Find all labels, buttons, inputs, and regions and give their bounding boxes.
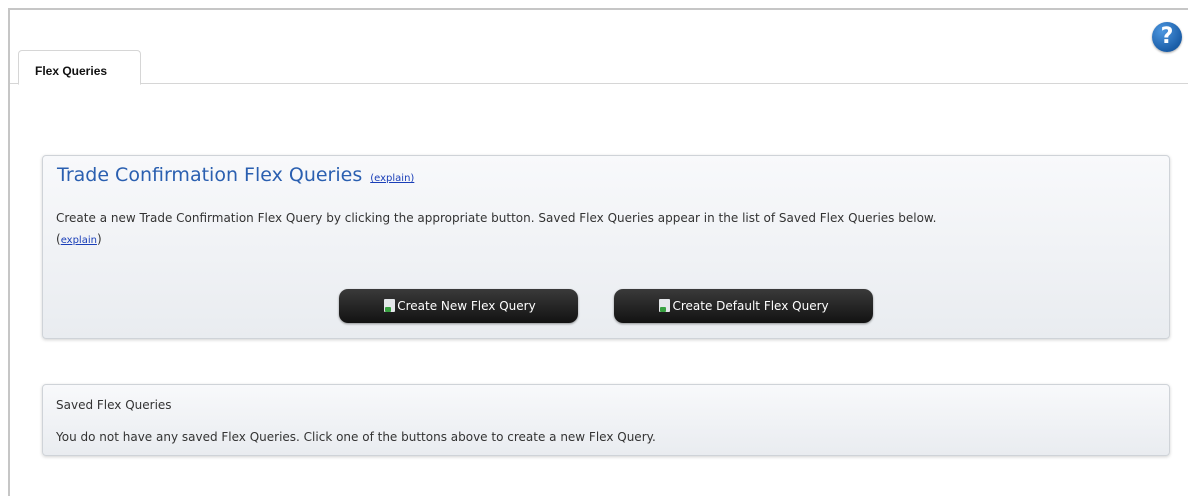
saved-title: Saved Flex Queries — [56, 398, 172, 412]
saved-flex-queries-panel: Saved Flex Queries You do not have any s… — [42, 384, 1170, 456]
create-new-label: Create New Flex Query — [397, 299, 536, 313]
tab-flex-queries[interactable]: Flex Queries — [18, 50, 141, 85]
create-default-flex-query-button[interactable]: Create Default Flex Query — [613, 289, 873, 323]
saved-empty-message: You do not have any saved Flex Queries. … — [56, 430, 656, 444]
explain-paren-close: ) — [96, 232, 102, 246]
create-default-label: Create Default Flex Query — [672, 299, 829, 313]
explain-link[interactable]: (explain) — [370, 173, 414, 184]
panel-heading: Trade Confirmation Flex Queries (explain) — [57, 164, 414, 186]
create-new-flex-query-button[interactable]: Create New Flex Query — [339, 289, 579, 323]
panel-title: Trade Confirmation Flex Queries — [57, 164, 363, 186]
panel-description: Create a new Trade Confirmation Flex Que… — [56, 208, 1155, 251]
help-icon[interactable]: ? — [1152, 22, 1182, 52]
document-icon — [384, 299, 396, 312]
page-frame: ? Flex Queries Trade Confirmation Flex Q… — [8, 8, 1188, 496]
document-icon — [659, 299, 671, 312]
button-row: Create New Flex Query Create Default Fle… — [43, 289, 1169, 323]
tab-bar: Flex Queries — [10, 50, 1188, 85]
description-explain-link[interactable]: explain — [61, 235, 97, 246]
trade-confirmation-panel: Trade Confirmation Flex Queries (explain)… — [42, 155, 1170, 339]
description-text: Create a new Trade Confirmation Flex Que… — [56, 211, 937, 225]
